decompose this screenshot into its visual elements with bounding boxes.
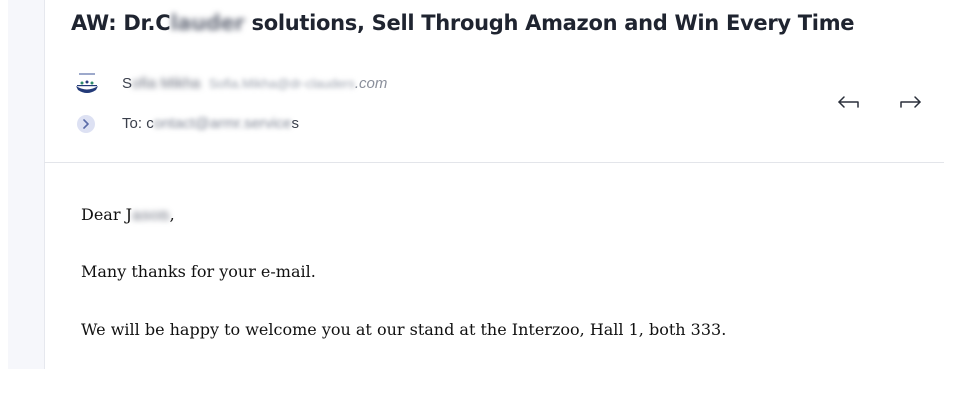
recipient-first-char: c [146,115,154,132]
subject-rest: solutions, Sell Through Amazon and Win E… [244,11,855,35]
subject-redacted-text: lauder [170,11,245,35]
body-greeting: Dear Jason, [81,205,175,224]
sender-email-tail: .com [354,75,388,92]
sender-email-redacted: Sofia.Mikha@dr-clauders [208,76,355,91]
subject-prefix: AW: Dr.C [71,11,171,35]
forward-arrow-icon [900,96,921,108]
sender-avatar [74,71,100,97]
dr-clauders-logo-icon [76,73,98,93]
left-sidebar-gutter [8,0,45,369]
chevron-right-icon [83,119,89,129]
greeting-name-redacted: ason [131,205,170,224]
expand-recipients-button[interactable] [77,115,95,133]
to-label: To: [122,115,147,132]
body-line-welcome: We will be happy to welcome you at our s… [81,320,727,339]
forward-button[interactable] [897,92,923,114]
greeting-end: , [169,205,175,224]
recipient-last-char: s [291,115,299,132]
recipient-line: To: contact@armr.services [122,115,299,132]
greeting-start: Dear J [81,205,132,224]
sender-name-redacted: ofia Mikha [132,75,201,92]
sender-info: Sofia Mikha Sofia.Mikha@dr-clauders.com [122,75,387,92]
reply-button[interactable] [836,92,862,114]
recipient-address-redacted: ontact@armr.service [153,115,292,132]
body-line-thanks: Many thanks for your e-mail. [81,262,316,281]
email-subject: AW: Dr.Clauder solutions, Sell Through A… [71,11,855,35]
header-divider [44,162,944,163]
reply-arrow-icon [838,96,859,108]
sender-name-initial: S [122,75,133,92]
